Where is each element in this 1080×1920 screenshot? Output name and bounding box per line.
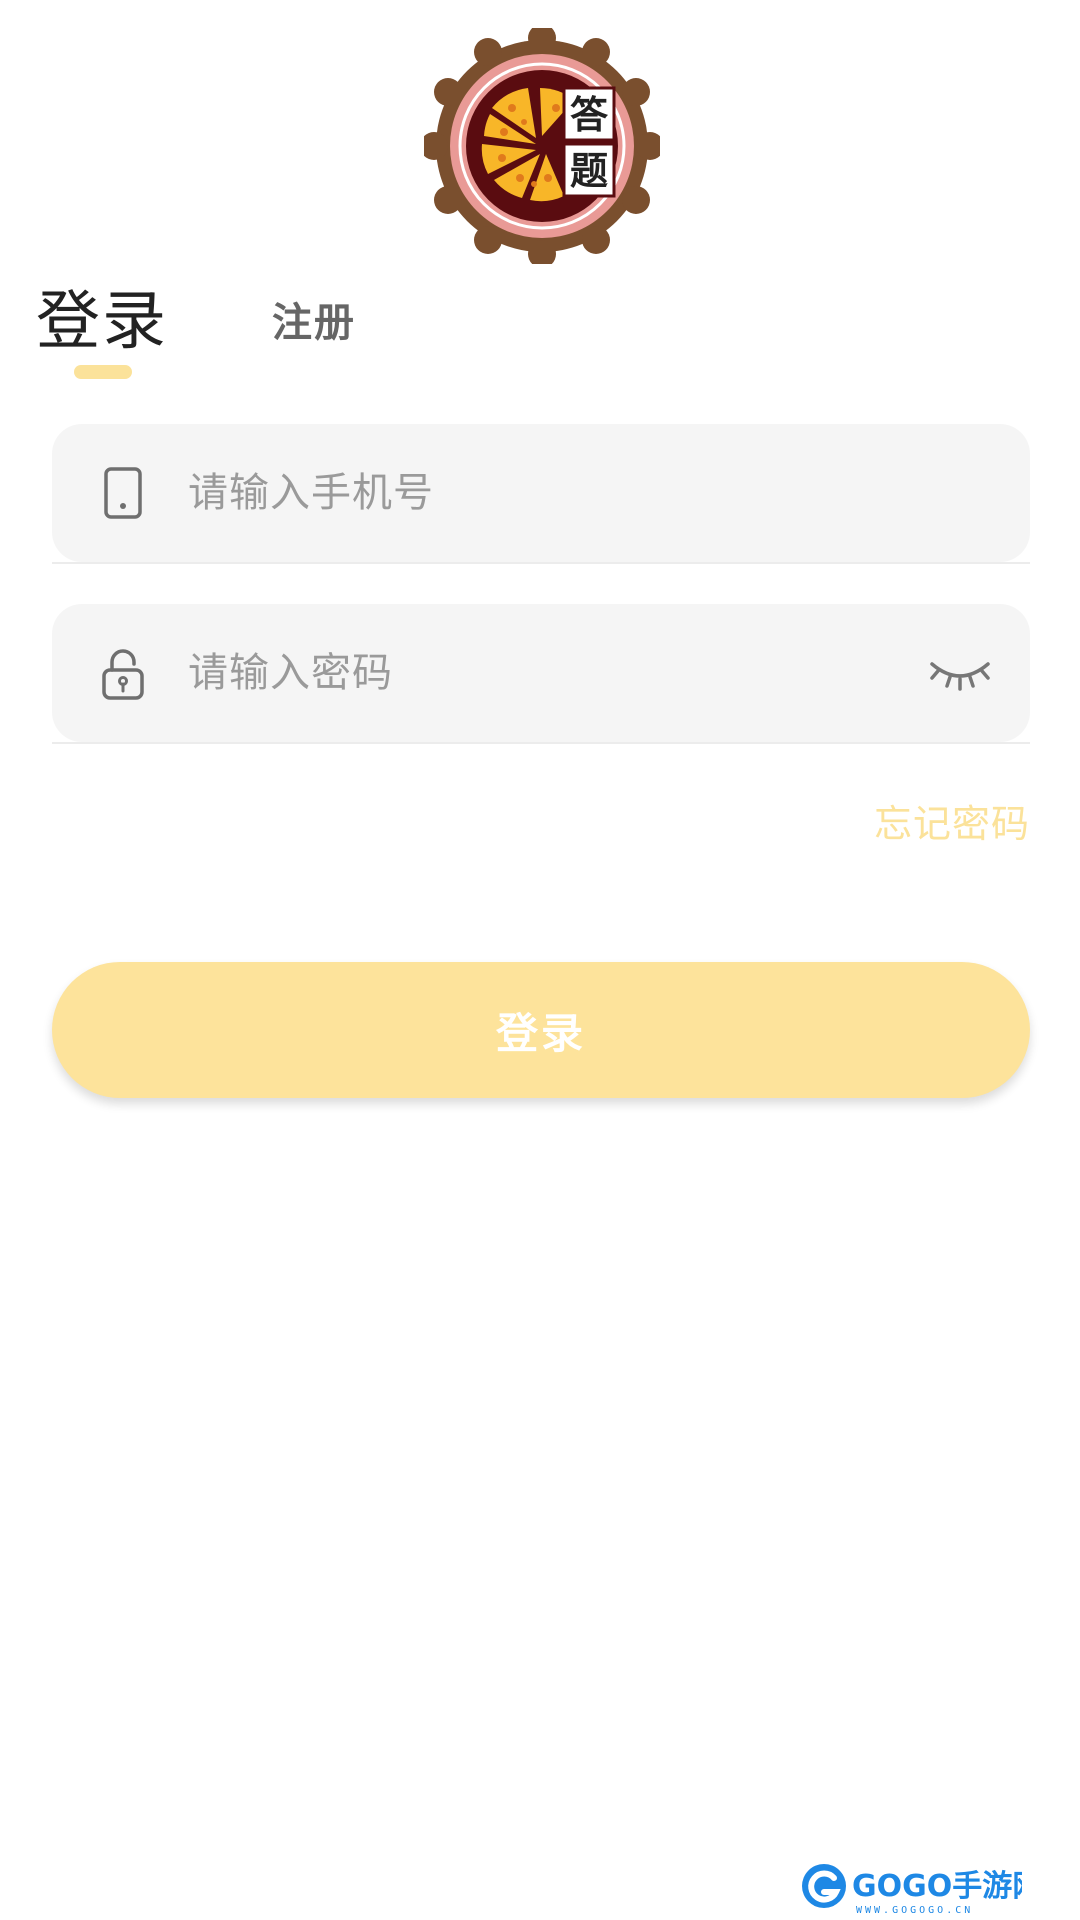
eye-closed-icon[interactable] bbox=[926, 652, 994, 694]
forgot-password-link[interactable]: 忘记密码 bbox=[874, 800, 1030, 848]
watermark-logo: GOGO手游网 WWW.GOGOGO.CN bbox=[802, 1864, 1022, 1916]
phone-field[interactable] bbox=[52, 424, 1030, 562]
password-field[interactable] bbox=[52, 604, 1030, 742]
watermark-brand: GOGO手游网 bbox=[852, 1869, 1022, 1904]
password-input[interactable] bbox=[188, 638, 888, 708]
login-button[interactable]: 登录 bbox=[52, 962, 1030, 1098]
phone-icon bbox=[104, 467, 142, 519]
lock-icon bbox=[102, 649, 144, 700]
field-divider bbox=[52, 742, 1030, 744]
tab-login[interactable]: 登录 bbox=[36, 282, 168, 362]
watermark-url: WWW.GOGOGO.CN bbox=[856, 1905, 973, 1916]
tab-register[interactable]: 注册 bbox=[272, 298, 356, 348]
phone-input[interactable] bbox=[188, 458, 888, 528]
gogo-logo-icon bbox=[802, 1864, 846, 1908]
active-tab-indicator bbox=[74, 365, 132, 379]
logo-text-bottom: 题 bbox=[570, 149, 608, 193]
field-divider bbox=[52, 562, 1030, 564]
logo-text-top: 答 bbox=[570, 93, 609, 137]
app-logo: 答 题 bbox=[424, 28, 660, 264]
logo-badge-icon: 答 题 bbox=[424, 28, 660, 264]
